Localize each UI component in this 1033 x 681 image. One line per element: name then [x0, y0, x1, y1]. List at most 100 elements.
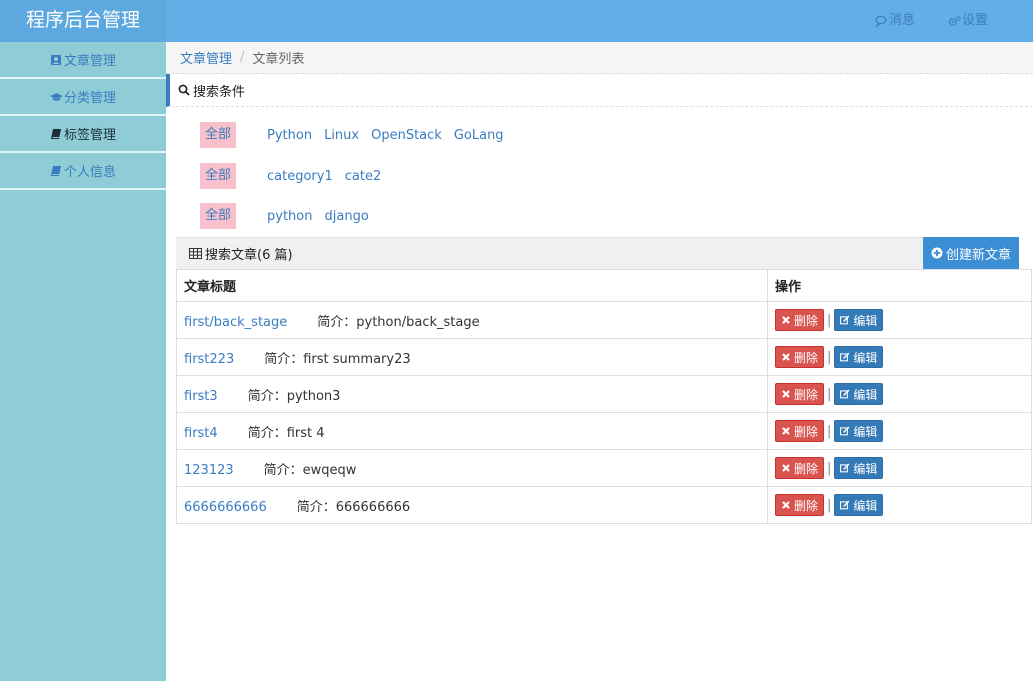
breadcrumb-separator: / — [240, 50, 245, 65]
edit-button[interactable]: 编辑 — [834, 383, 884, 405]
close-icon — [781, 389, 791, 399]
action-divider: | — [827, 497, 832, 513]
article-actions-cell: 删除 | 编辑 — [767, 486, 1032, 524]
table-row: first4 简介：first 4 删除 | 编辑 — [176, 412, 1032, 450]
delete-label: 删除 — [794, 313, 819, 328]
edit-label: 编辑 — [853, 350, 878, 365]
edit-label: 编辑 — [853, 313, 878, 328]
article-table: 文章标题 操作 first/back_stage 简介：python/back_s… — [176, 269, 1032, 524]
article-actions-cell: 删除 | 编辑 — [767, 338, 1032, 376]
edit-button[interactable]: 编辑 — [834, 457, 884, 479]
article-title-link[interactable]: first3 — [184, 389, 218, 404]
filter-row-labels: 全部 python django — [200, 203, 381, 229]
sidebar: 程序后台管理 文章管理 分类管理 标签管理 个人信息 — [0, 0, 166, 681]
filter-option[interactable]: category1 — [267, 169, 333, 184]
delete-label: 删除 — [794, 424, 819, 439]
article-actions-cell: 删除 | 编辑 — [767, 412, 1032, 450]
search-panel-header: 搜索条件 — [166, 74, 1033, 107]
create-article-button[interactable]: 创建新文章 — [923, 237, 1019, 269]
action-divider: | — [827, 460, 832, 476]
edit-icon — [840, 500, 850, 510]
action-divider: | — [827, 349, 832, 365]
filter-row-tags: 全部 Python Linux OpenStack GoLang — [200, 122, 516, 148]
action-divider: | — [827, 386, 832, 402]
breadcrumb-parent[interactable]: 文章管理 — [180, 48, 232, 67]
filter-option[interactable]: Linux — [324, 128, 359, 143]
table-header-row: 文章标题 操作 — [176, 269, 1032, 302]
messages-label: 消息 — [889, 13, 916, 28]
search-panel-title: 搜索条件 — [193, 84, 246, 100]
edit-icon — [840, 426, 850, 436]
table-row: 6666666666 简介：666666666 删除 | 编辑 — [176, 486, 1032, 524]
delete-button[interactable]: 删除 — [775, 309, 825, 331]
sidebar-item-tags[interactable]: 标签管理 — [0, 116, 166, 153]
edit-label: 编辑 — [853, 498, 878, 513]
close-icon — [781, 500, 791, 510]
table-row: first3 简介：python3 删除 | 编辑 — [176, 375, 1032, 413]
article-title-link[interactable]: first4 — [184, 426, 218, 441]
filter-all-chip[interactable]: 全部 — [200, 163, 237, 189]
article-summary: 简介：first summary23 — [264, 351, 411, 367]
table-row: first/back_stage 简介：python/back_stage 删除 | 编… — [176, 301, 1032, 339]
filter-option[interactable]: OpenStack — [371, 128, 442, 143]
filter-option[interactable]: cate2 — [345, 169, 381, 184]
brand-title: 程序后台管理 — [0, 0, 166, 42]
article-title-cell: 6666666666 简介：666666666 — [176, 486, 768, 524]
edit-button[interactable]: 编辑 — [834, 420, 884, 442]
edit-icon — [840, 315, 850, 325]
delete-button[interactable]: 删除 — [775, 383, 825, 405]
delete-button[interactable]: 删除 — [775, 420, 825, 442]
edit-button[interactable]: 编辑 — [834, 309, 884, 331]
settings-link[interactable]: 设置 — [948, 0, 988, 42]
article-title-cell: 123123 简介：ewqeqw — [176, 449, 768, 487]
book-icon — [50, 128, 63, 140]
edit-button[interactable]: 编辑 — [834, 494, 884, 516]
edit-icon — [840, 389, 850, 399]
table-icon — [189, 248, 202, 259]
filter-option[interactable]: Python — [267, 128, 312, 143]
article-title-link[interactable]: first/back_stage — [184, 315, 287, 330]
article-title-link[interactable]: 6666666666 — [184, 500, 267, 515]
filter-option[interactable]: GoLang — [454, 128, 504, 143]
messages-link[interactable]: 消息 — [875, 0, 915, 42]
article-actions-cell: 删除 | 编辑 — [767, 449, 1032, 487]
close-icon — [781, 426, 791, 436]
edit-button[interactable]: 编辑 — [834, 346, 884, 368]
article-title-cell: first223 简介：first summary23 — [176, 338, 768, 376]
action-divider: | — [827, 312, 832, 328]
article-title-cell: first4 简介：first 4 — [176, 412, 768, 450]
breadcrumb-current: 文章列表 — [252, 52, 305, 67]
article-summary: 简介：first 4 — [247, 425, 325, 441]
article-title-link[interactable]: first223 — [184, 352, 234, 367]
article-title-cell: first3 简介：python3 — [176, 375, 768, 413]
article-actions-cell: 删除 | 编辑 — [767, 301, 1032, 339]
breadcrumb: 文章管理 / 文章列表 — [166, 42, 1033, 74]
close-icon — [781, 352, 791, 362]
table-row: 123123 简介：ewqeqw 删除 | 编辑 — [176, 449, 1032, 487]
edit-icon — [840, 463, 850, 473]
filter-all-chip[interactable]: 全部 — [200, 122, 237, 148]
edit-label: 编辑 — [853, 424, 878, 439]
filter-option[interactable]: python — [267, 209, 312, 224]
book-icon — [50, 165, 63, 177]
delete-label: 删除 — [794, 461, 819, 476]
delete-button[interactable]: 删除 — [775, 494, 825, 516]
table-row: first223 简介：first summary23 删除 | 编辑 — [176, 338, 1032, 376]
action-divider: | — [827, 423, 832, 439]
sidebar-item-articles[interactable]: 文章管理 — [0, 42, 166, 79]
edit-label: 编辑 — [853, 387, 878, 402]
article-count-title: 搜索文章(6 篇) — [205, 248, 293, 263]
filter-option[interactable]: django — [325, 209, 369, 224]
sidebar-item-profile[interactable]: 个人信息 — [0, 153, 166, 190]
top-navbar: 消息 设置 — [166, 0, 1033, 42]
settings-label: 设置 — [962, 13, 989, 28]
delete-button[interactable]: 删除 — [775, 457, 825, 479]
article-table-bar: 搜索文章(6 篇) — [176, 237, 1019, 269]
article-summary: 简介：python3 — [247, 388, 341, 404]
comment-icon — [875, 15, 888, 28]
filter-all-chip[interactable]: 全部 — [200, 203, 237, 229]
sidebar-item-categories[interactable]: 分类管理 — [0, 79, 166, 116]
article-title-link[interactable]: 123123 — [184, 463, 234, 478]
article-summary: 简介：python/back_stage — [317, 314, 480, 330]
delete-button[interactable]: 删除 — [775, 346, 825, 368]
